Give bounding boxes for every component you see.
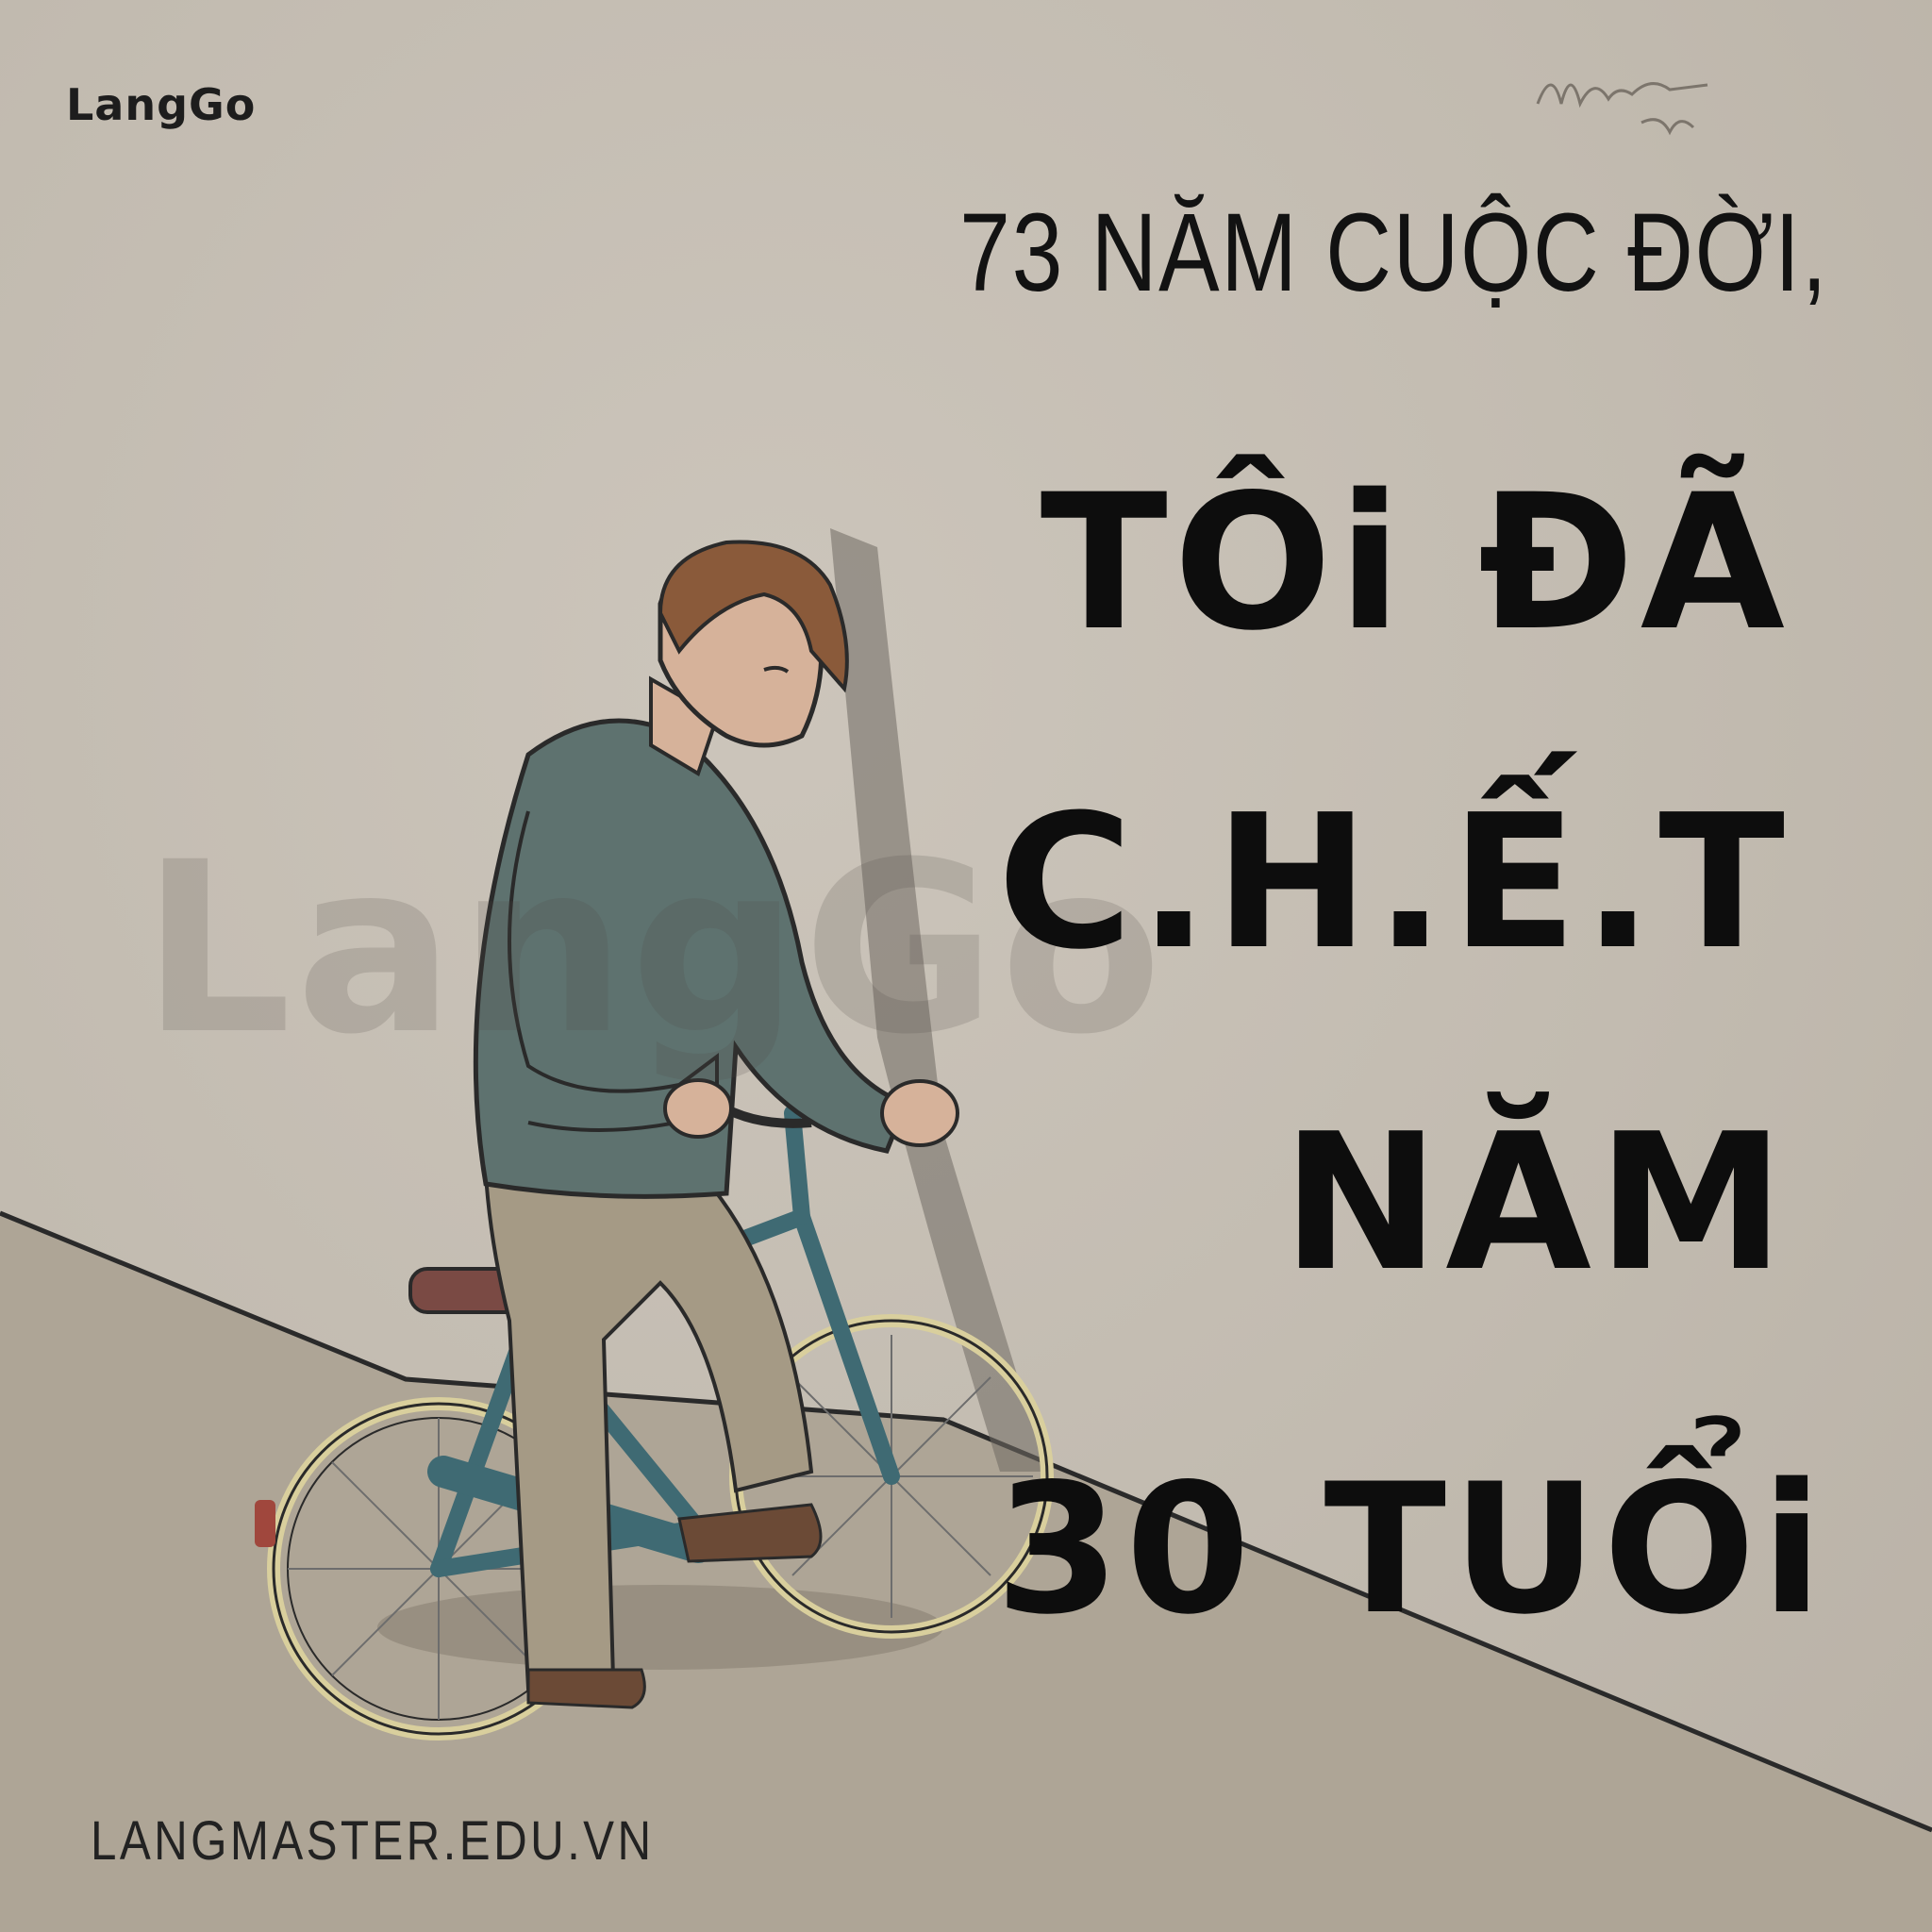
- website-footer: LANGMASTER.EDU.VN: [91, 1810, 655, 1872]
- back-shoe: [526, 1668, 646, 1709]
- left-hand: [663, 1078, 733, 1139]
- headline-73-years: 73 NĂM CUỘC ĐỜI,: [958, 191, 1828, 315]
- artist-signature: [1536, 82, 1708, 136]
- title-line-1: TÔi ĐÃ: [1040, 454, 1790, 672]
- right-hand: [880, 1079, 959, 1147]
- langgo-logo: LangGo: [66, 79, 257, 130]
- title-line-4: 30 TUỔi: [994, 1445, 1828, 1654]
- title-line-2: C.H.Ế.T: [997, 775, 1790, 991]
- rear-reflector: [255, 1500, 275, 1547]
- poster: LangGo LangGo 73 NĂM CUỘC ĐỜI, TÔi ĐÃ C.…: [0, 0, 1932, 1932]
- title-line-3: NĂM: [1281, 1093, 1790, 1313]
